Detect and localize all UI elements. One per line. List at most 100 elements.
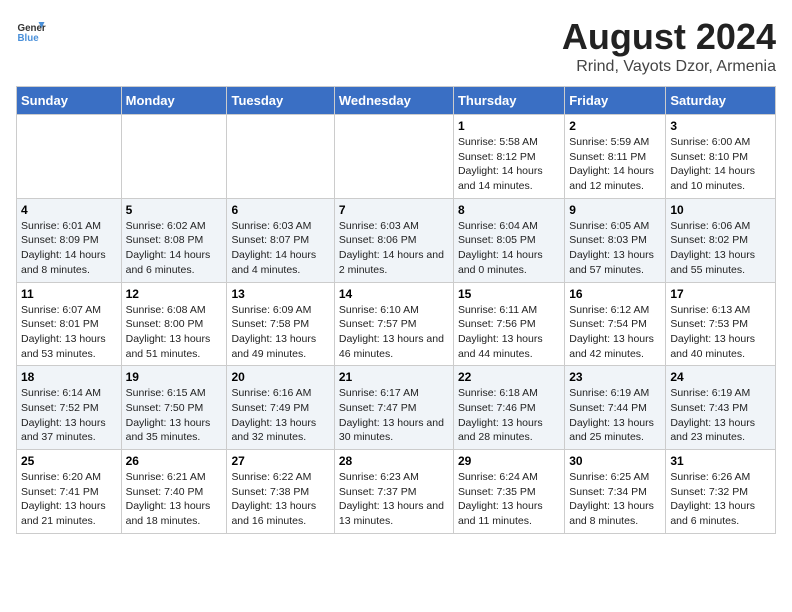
calendar-cell: 28 Sunrise: 6:23 AM Sunset: 7:37 PM Dayli… (334, 450, 453, 534)
calendar-cell: 24 Sunrise: 6:19 AM Sunset: 7:43 PM Dayli… (666, 366, 776, 450)
week-row-4: 25 Sunrise: 6:20 AM Sunset: 7:41 PM Dayli… (17, 450, 776, 534)
calendar-cell: 15Sunrise: 6:11 AM Sunset: 7:56 PM Dayli… (453, 282, 564, 366)
calendar-cell: 22Sunrise: 6:18 AM Sunset: 7:46 PM Dayli… (453, 366, 564, 450)
day-number: 19 (126, 370, 223, 384)
svg-text:Blue: Blue (18, 33, 40, 44)
day-info: Sunrise: 6:26 AM Sunset: 7:32 PM Dayligh… (670, 470, 771, 529)
day-info: Sunrise: 6:20 AM Sunset: 7:41 PM Dayligh… (21, 470, 117, 529)
col-header-tuesday: Tuesday (227, 87, 334, 115)
main-title: August 2024 (562, 16, 776, 58)
day-number: 24 (670, 370, 771, 384)
calendar-cell: 30Sunrise: 6:25 AM Sunset: 7:34 PM Dayli… (565, 450, 666, 534)
day-number: 27 (231, 454, 329, 468)
day-info: Sunrise: 6:23 AM Sunset: 7:37 PM Dayligh… (339, 470, 449, 529)
day-number: 15 (458, 287, 560, 301)
calendar-cell: 11 Sunrise: 6:07 AM Sunset: 8:01 PM Dayli… (17, 282, 122, 366)
day-number: 21 (339, 370, 449, 384)
day-info: Sunrise: 6:01 AM Sunset: 8:09 PM Dayligh… (21, 219, 117, 278)
calendar-cell: 19 Sunrise: 6:15 AM Sunset: 7:50 PM Dayli… (121, 366, 227, 450)
day-number: 30 (569, 454, 661, 468)
week-row-0: 1 Sunrise: 5:58 AM Sunset: 8:12 PM Daylig… (17, 115, 776, 199)
calendar-cell: 20 Sunrise: 6:16 AM Sunset: 7:49 PM Dayli… (227, 366, 334, 450)
calendar-cell: 23 Sunrise: 6:19 AM Sunset: 7:44 PM Dayli… (565, 366, 666, 450)
calendar-cell: 26 Sunrise: 6:21 AM Sunset: 7:40 PM Dayli… (121, 450, 227, 534)
day-number: 2 (569, 119, 661, 133)
day-info: Sunrise: 6:19 AM Sunset: 7:43 PM Dayligh… (670, 386, 771, 445)
day-info: Sunrise: 6:22 AM Sunset: 7:38 PM Dayligh… (231, 470, 329, 529)
day-info: Sunrise: 5:59 AM Sunset: 8:11 PM Dayligh… (569, 135, 661, 194)
day-number: 10 (670, 203, 771, 217)
day-number: 17 (670, 287, 771, 301)
col-header-thursday: Thursday (453, 87, 564, 115)
day-number: 6 (231, 203, 329, 217)
col-header-friday: Friday (565, 87, 666, 115)
day-info: Sunrise: 6:14 AM Sunset: 7:52 PM Dayligh… (21, 386, 117, 445)
calendar-cell: 8Sunrise: 6:04 AM Sunset: 8:05 PM Daylig… (453, 198, 564, 282)
day-info: Sunrise: 6:24 AM Sunset: 7:35 PM Dayligh… (458, 470, 560, 529)
day-info: Sunrise: 5:58 AM Sunset: 8:12 PM Dayligh… (458, 135, 560, 194)
col-header-sunday: Sunday (17, 87, 122, 115)
day-number: 12 (126, 287, 223, 301)
calendar-cell (227, 115, 334, 199)
calendar-cell: 5 Sunrise: 6:02 AM Sunset: 8:08 PM Daylig… (121, 198, 227, 282)
calendar-cell: 3Sunrise: 6:00 AM Sunset: 8:10 PM Daylig… (666, 115, 776, 199)
calendar-cell (121, 115, 227, 199)
day-number: 29 (458, 454, 560, 468)
day-number: 26 (126, 454, 223, 468)
calendar-cell: 14 Sunrise: 6:10 AM Sunset: 7:57 PM Dayli… (334, 282, 453, 366)
day-number: 4 (21, 203, 117, 217)
day-info: Sunrise: 6:03 AM Sunset: 8:06 PM Dayligh… (339, 219, 449, 278)
calendar-cell: 7 Sunrise: 6:03 AM Sunset: 8:06 PM Daylig… (334, 198, 453, 282)
calendar-table: SundayMondayTuesdayWednesdayThursdayFrid… (16, 86, 776, 534)
calendar-cell: 18 Sunrise: 6:14 AM Sunset: 7:52 PM Dayli… (17, 366, 122, 450)
day-number: 16 (569, 287, 661, 301)
day-number: 23 (569, 370, 661, 384)
calendar-cell: 16 Sunrise: 6:12 AM Sunset: 7:54 PM Dayli… (565, 282, 666, 366)
day-number: 28 (339, 454, 449, 468)
day-number: 13 (231, 287, 329, 301)
day-number: 5 (126, 203, 223, 217)
day-info: Sunrise: 6:10 AM Sunset: 7:57 PM Dayligh… (339, 303, 449, 362)
day-number: 11 (21, 287, 117, 301)
day-info: Sunrise: 6:06 AM Sunset: 8:02 PM Dayligh… (670, 219, 771, 278)
header: General Blue August 2024 Rrind, Vayots D… (16, 16, 776, 76)
day-info: Sunrise: 6:07 AM Sunset: 8:01 PM Dayligh… (21, 303, 117, 362)
day-number: 8 (458, 203, 560, 217)
day-number: 7 (339, 203, 449, 217)
day-number: 9 (569, 203, 661, 217)
day-number: 1 (458, 119, 560, 133)
day-info: Sunrise: 6:21 AM Sunset: 7:40 PM Dayligh… (126, 470, 223, 529)
calendar-cell: 29 Sunrise: 6:24 AM Sunset: 7:35 PM Dayli… (453, 450, 564, 534)
calendar-cell: 25 Sunrise: 6:20 AM Sunset: 7:41 PM Dayli… (17, 450, 122, 534)
day-info: Sunrise: 6:16 AM Sunset: 7:49 PM Dayligh… (231, 386, 329, 445)
day-info: Sunrise: 6:13 AM Sunset: 7:53 PM Dayligh… (670, 303, 771, 362)
col-header-wednesday: Wednesday (334, 87, 453, 115)
calendar-cell: 1 Sunrise: 5:58 AM Sunset: 8:12 PM Daylig… (453, 115, 564, 199)
day-number: 31 (670, 454, 771, 468)
day-info: Sunrise: 6:05 AM Sunset: 8:03 PM Dayligh… (569, 219, 661, 278)
day-info: Sunrise: 6:02 AM Sunset: 8:08 PM Dayligh… (126, 219, 223, 278)
day-number: 20 (231, 370, 329, 384)
week-row-1: 4 Sunrise: 6:01 AM Sunset: 8:09 PM Daylig… (17, 198, 776, 282)
day-number: 3 (670, 119, 771, 133)
calendar-cell: 12 Sunrise: 6:08 AM Sunset: 8:00 PM Dayli… (121, 282, 227, 366)
col-header-saturday: Saturday (666, 87, 776, 115)
day-info: Sunrise: 6:12 AM Sunset: 7:54 PM Dayligh… (569, 303, 661, 362)
day-number: 25 (21, 454, 117, 468)
calendar-cell: 31 Sunrise: 6:26 AM Sunset: 7:32 PM Dayli… (666, 450, 776, 534)
title-area: August 2024 Rrind, Vayots Dzor, Armenia (562, 16, 776, 76)
calendar-cell: 27 Sunrise: 6:22 AM Sunset: 7:38 PM Dayli… (227, 450, 334, 534)
day-info: Sunrise: 6:15 AM Sunset: 7:50 PM Dayligh… (126, 386, 223, 445)
day-info: Sunrise: 6:08 AM Sunset: 8:00 PM Dayligh… (126, 303, 223, 362)
calendar-cell (17, 115, 122, 199)
calendar-cell: 10 Sunrise: 6:06 AM Sunset: 8:02 PM Dayli… (666, 198, 776, 282)
day-number: 18 (21, 370, 117, 384)
day-info: Sunrise: 6:17 AM Sunset: 7:47 PM Dayligh… (339, 386, 449, 445)
col-header-monday: Monday (121, 87, 227, 115)
calendar-cell: 21 Sunrise: 6:17 AM Sunset: 7:47 PM Dayli… (334, 366, 453, 450)
calendar-cell: 4 Sunrise: 6:01 AM Sunset: 8:09 PM Daylig… (17, 198, 122, 282)
calendar-cell: 13Sunrise: 6:09 AM Sunset: 7:58 PM Dayli… (227, 282, 334, 366)
day-number: 14 (339, 287, 449, 301)
day-number: 22 (458, 370, 560, 384)
day-info: Sunrise: 6:19 AM Sunset: 7:44 PM Dayligh… (569, 386, 661, 445)
